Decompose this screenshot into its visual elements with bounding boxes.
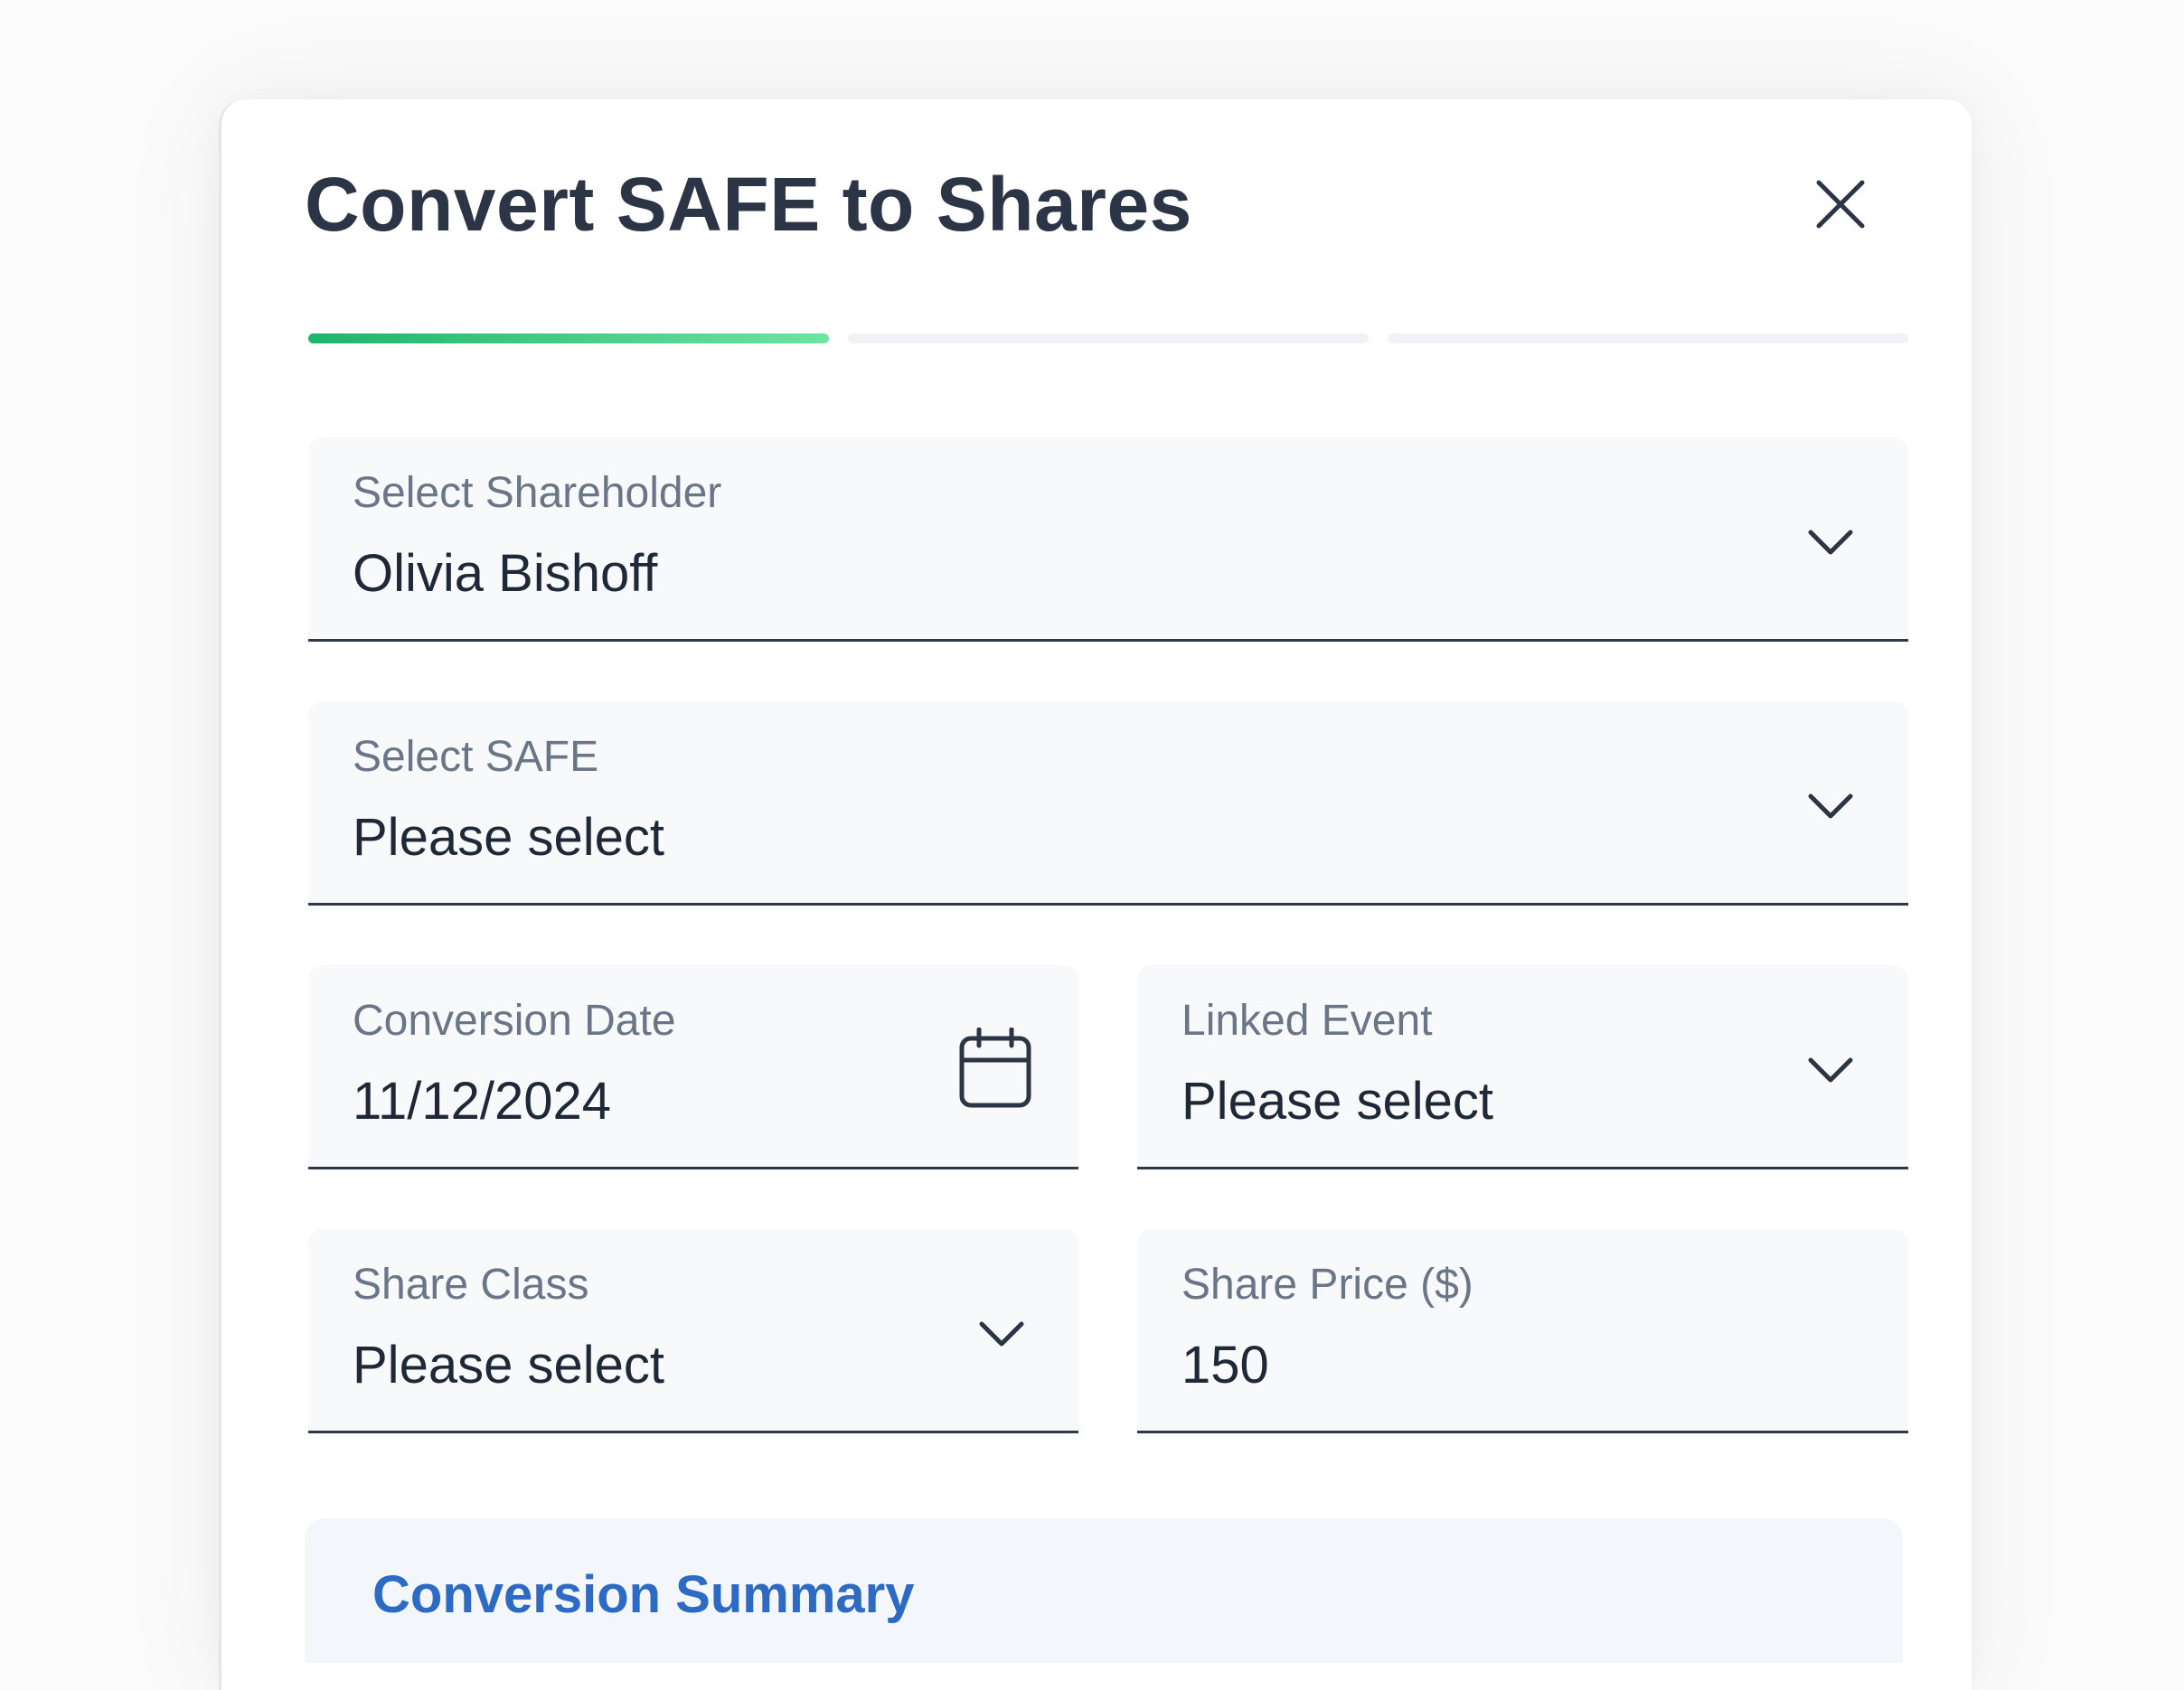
safe-label: Select SAFE (353, 733, 599, 781)
dialog-title: Convert SAFE to Shares (305, 162, 1192, 247)
conversion-date-field[interactable]: Conversion Date 11/12/2024 (308, 965, 1078, 1169)
chevron-down-icon (1803, 1043, 1858, 1097)
share-price-label: Share Price ($) (1181, 1261, 1473, 1309)
conversion-date-value: 11/12/2024 (353, 1072, 611, 1131)
progress-step-3 (1388, 333, 1908, 343)
share-price-value: 150 (1181, 1336, 1269, 1394)
linked-event-label: Linked Event (1181, 997, 1433, 1045)
close-icon (1816, 180, 1865, 229)
linked-event-value: Please select (1181, 1072, 1493, 1131)
safe-select[interactable]: Select SAFE Please select (308, 701, 1908, 906)
share-class-value: Please select (353, 1336, 664, 1394)
safe-value: Please select (353, 808, 664, 867)
conversion-summary-title: Conversion Summary (372, 1565, 915, 1624)
shareholder-label: Select Shareholder (353, 469, 722, 517)
conversion-summary-panel: Conversion Summary (305, 1518, 1903, 1663)
progress-step-2 (848, 333, 1369, 343)
chevron-down-icon (1803, 779, 1858, 833)
conversion-date-label: Conversion Date (353, 997, 676, 1045)
chevron-down-icon (1803, 515, 1858, 569)
chevron-down-icon (974, 1307, 1029, 1361)
share-class-label: Share Class (353, 1261, 589, 1309)
share-class-select[interactable]: Share Class Please select (308, 1229, 1078, 1433)
linked-event-select[interactable]: Linked Event Please select (1137, 965, 1908, 1169)
progress-step-1 (308, 333, 829, 343)
close-button[interactable] (1808, 172, 1873, 237)
share-price-input[interactable]: Share Price ($) 150 (1137, 1229, 1908, 1433)
shareholder-value: Olivia Bishoff (353, 544, 658, 603)
calendar-icon[interactable] (957, 1027, 1033, 1110)
shareholder-select[interactable]: Select Shareholder Olivia Bishoff (308, 437, 1908, 642)
